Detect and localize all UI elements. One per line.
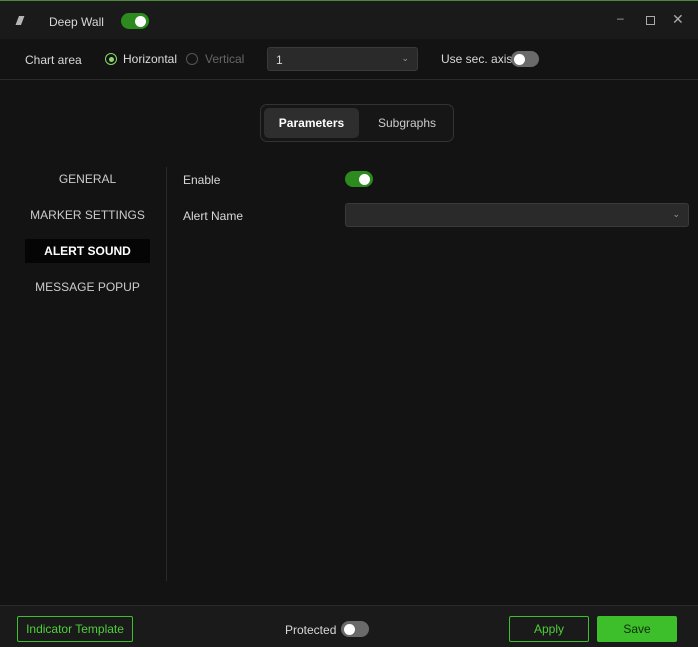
chart-area-row: Chart area Horizontal Vertical 1 ⌄ Use s… <box>0 39 698 80</box>
tab-parameters[interactable]: Parameters <box>264 108 359 138</box>
minimize-icon[interactable]: – <box>617 11 624 25</box>
apply-button[interactable]: Apply <box>509 616 589 642</box>
sec-axis-toggle[interactable] <box>511 51 539 67</box>
window-title: Deep Wall <box>49 15 104 29</box>
radio-horizontal-label[interactable]: Horizontal <box>123 52 177 66</box>
chart-area-label: Chart area <box>25 53 82 67</box>
enable-label: Enable <box>183 173 221 187</box>
chart-area-select[interactable]: 1 ⌄ <box>267 47 418 71</box>
alert-name-label: Alert Name <box>183 209 244 223</box>
enable-toggle[interactable] <box>345 171 373 187</box>
nav-marker-settings[interactable]: MARKER SETTINGS <box>25 203 150 227</box>
chevron-down-icon: ⌄ <box>672 209 680 219</box>
chevron-down-icon: ⌄ <box>401 53 409 63</box>
protected-label: Protected <box>285 623 337 637</box>
divider <box>166 167 167 581</box>
sec-axis-label: Use sec. axis <box>441 52 513 66</box>
nav-message-popup[interactable]: MESSAGE POPUP <box>25 275 150 299</box>
nav-general[interactable]: GENERAL <box>25 167 150 191</box>
close-icon[interactable]: ✕ <box>672 11 684 28</box>
footer: Indicator Template Protected Apply Save <box>0 605 698 647</box>
tab-bar: Parameters Subgraphs <box>260 104 454 142</box>
tab-subgraphs[interactable]: Subgraphs <box>361 108 453 138</box>
title-bar: //// Deep Wall – ✕ <box>0 0 698 39</box>
indicator-template-button[interactable]: Indicator Template <box>17 616 133 642</box>
protected-toggle[interactable] <box>341 621 369 637</box>
radio-horizontal[interactable] <box>105 53 117 65</box>
nav-alert-sound[interactable]: ALERT SOUND <box>25 239 150 263</box>
alert-name-select[interactable]: ⌄ <box>345 203 689 227</box>
indicator-enable-toggle[interactable] <box>121 13 149 29</box>
radio-vertical-label[interactable]: Vertical <box>205 52 244 66</box>
maximize-icon[interactable] <box>646 16 655 25</box>
app-logo-icon: //// <box>16 14 23 28</box>
save-button[interactable]: Save <box>597 616 677 642</box>
radio-vertical[interactable] <box>186 53 198 65</box>
